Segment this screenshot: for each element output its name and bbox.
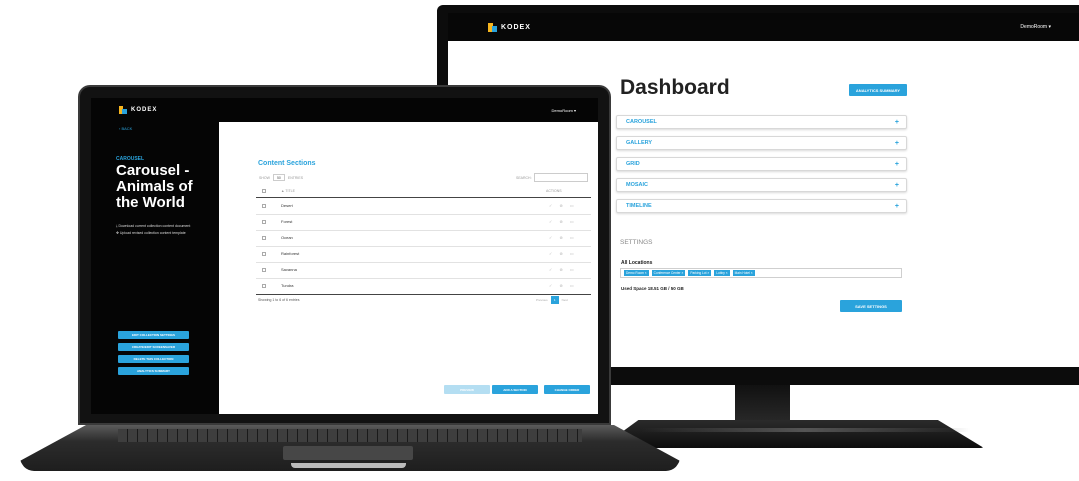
dashboard-analytics-button[interactable]: ANALYTICS SUMMARY [849,84,907,96]
col-title-sort[interactable]: ▲ TITLE [281,189,295,193]
row-title: Ocean [281,235,293,240]
row-title: Tundra [281,283,294,288]
row-actions[interactable]: ✓ ⊗ ▭ [549,235,577,240]
row-actions[interactable]: ✓ ⊗ ▭ [549,251,577,256]
laptop-brand-name: KODEX [131,107,158,113]
search-input[interactable] [534,173,588,182]
table-row[interactable]: Desert ✓ ⊗ ▭ [256,199,591,215]
table-row[interactable]: Savanna ✓ ⊗ ▭ [256,263,591,279]
upload-template-link[interactable]: ✥ Upload revised collection content temp… [116,231,186,235]
row-checkbox[interactable] [262,204,266,208]
table-row[interactable]: Tundra ✓ ⊗ ▭ [256,279,591,295]
dashboard-title: Dashboard [620,76,730,99]
location-tag[interactable]: Conference Center × [651,270,686,276]
row-checkbox[interactable] [262,220,266,224]
preview-button[interactable]: PREVIEW [444,385,490,394]
location-tag[interactable]: Main Hotel × [732,270,755,276]
download-link-label: Download current collection content docu… [118,224,191,228]
locations-input[interactable]: Demo Room × Conference Center × Parking … [620,268,902,278]
table-row[interactable]: Rainforest ✓ ⊗ ▭ [256,247,591,263]
row-checkbox[interactable] [262,236,266,240]
show-label: SHOW [259,175,270,180]
section-timeline[interactable]: TIMELINE + [616,199,907,213]
pagination-current[interactable]: 1 [550,296,559,304]
create-edit-screensaver-button[interactable]: CREATE/EDIT SCREENSAVER [118,343,189,351]
section-label: CAROUSEL [626,119,657,125]
edit-collection-settings-button[interactable]: EDIT COLLECTION SETTINGS [118,331,189,339]
save-settings-button[interactable]: SAVE SETTINGS [840,300,902,312]
monitor-brand[interactable]: KODEX [488,22,531,32]
row-checkbox[interactable] [262,268,266,272]
row-checkbox[interactable] [262,252,266,256]
collection-title: Carousel - Animals of the World [116,162,193,211]
used-space-text: Used Space 18.51 GB / 50 GB [621,286,684,291]
section-label: GRID [626,161,640,167]
kodex-logo-icon [119,106,127,114]
add-section-button[interactable]: ADD A SECTION [492,385,538,394]
laptop-top-nav: KODEX DemoRoom ▾ [91,98,598,122]
section-label: GALLERY [626,140,653,146]
laptop-sidebar: ‹ BACK CAROUSEL Carousel - Animals of th… [91,122,219,414]
device-mockup-scene: KODEX DemoRoom ▾ Dashboard ANALYTICS SUM… [0,0,1079,481]
pagination: Previous 1 Next [536,296,568,304]
back-link[interactable]: ‹ BACK [119,126,132,131]
table-info: Showing 1 to 6 of 6 entries [258,298,300,302]
entries-label: ENTRIES [287,175,304,180]
plus-icon[interactable]: + [895,161,899,168]
laptop-keyboard [118,429,582,442]
table-row[interactable]: Forest ✓ ⊗ ▭ [256,215,591,231]
section-carousel[interactable]: CAROUSEL + [616,115,907,129]
laptop-screen: KODEX DemoRoom ▾ ‹ BACK CAROUSEL Carouse… [91,98,598,414]
sidebar-analytics-button[interactable]: ANALYTICS SUMMARY [118,367,189,375]
monitor-brand-name: KODEX [501,23,531,31]
location-tag[interactable]: Demo Room × [624,270,649,276]
locations-heading: All Locations [621,260,653,266]
delete-collection-button[interactable]: DELETE THIS COLLECTION [118,355,189,363]
section-label: TIMELINE [626,203,652,209]
table-row[interactable]: Ocean ✓ ⊗ ▭ [256,231,591,247]
upload-link-label: Upload revised collection content templa… [119,231,186,235]
monitor-user-menu[interactable]: DemoRoom ▾ [1020,24,1051,30]
plus-icon[interactable]: + [895,140,899,147]
pagination-next[interactable]: Next [562,298,568,302]
laptop-front-notch [291,463,406,468]
row-actions[interactable]: ✓ ⊗ ▭ [549,283,577,288]
row-title: Savanna [281,267,297,272]
plus-icon[interactable]: + [895,182,899,189]
laptop-trackpad [283,446,413,460]
row-title: Forest [281,219,293,224]
col-actions: ACTIONS [546,189,562,193]
entries-length-control: SHOW 50 ENTRIES [259,174,303,181]
monitor-stand-base [600,420,984,448]
select-all-checkbox[interactable] [262,189,266,193]
content-sections-title: Content Sections [258,160,316,167]
location-tag[interactable]: Parking Lot × [688,270,712,276]
location-tag[interactable]: Lobby × [714,270,730,276]
row-actions[interactable]: ✓ ⊗ ▭ [549,203,577,208]
settings-heading: SETTINGS [620,239,653,246]
pagination-previous[interactable]: Previous [536,298,548,302]
kodex-logo-icon [488,22,497,32]
row-actions[interactable]: ✓ ⊗ ▭ [549,219,577,224]
entries-select[interactable]: 50 [272,174,285,181]
row-actions[interactable]: ✓ ⊗ ▭ [549,267,577,272]
change-order-button[interactable]: CHANGE ORDER [544,385,590,394]
laptop-user-menu[interactable]: DemoRoom ▾ [552,108,576,113]
monitor-stand-neck [735,385,790,425]
table-header: ▲ TITLE ACTIONS [256,186,591,198]
plus-icon[interactable]: + [895,119,899,126]
row-checkbox[interactable] [262,284,266,288]
laptop-brand[interactable]: KODEX [119,106,157,114]
section-gallery[interactable]: GALLERY + [616,136,907,150]
monitor-stand-highlight [640,428,970,432]
row-title: Rainforest [281,251,300,256]
row-title: Desert [281,203,293,208]
monitor-top-nav: KODEX DemoRoom ▾ [448,13,1079,41]
section-mosaic[interactable]: MOSAIC + [616,178,907,192]
search-label: SEARCH: [516,176,532,180]
section-label: MOSAIC [626,182,648,188]
plus-icon[interactable]: + [895,203,899,210]
section-grid[interactable]: GRID + [616,157,907,171]
download-document-link[interactable]: ⤓ Download current collection content do… [116,224,190,228]
